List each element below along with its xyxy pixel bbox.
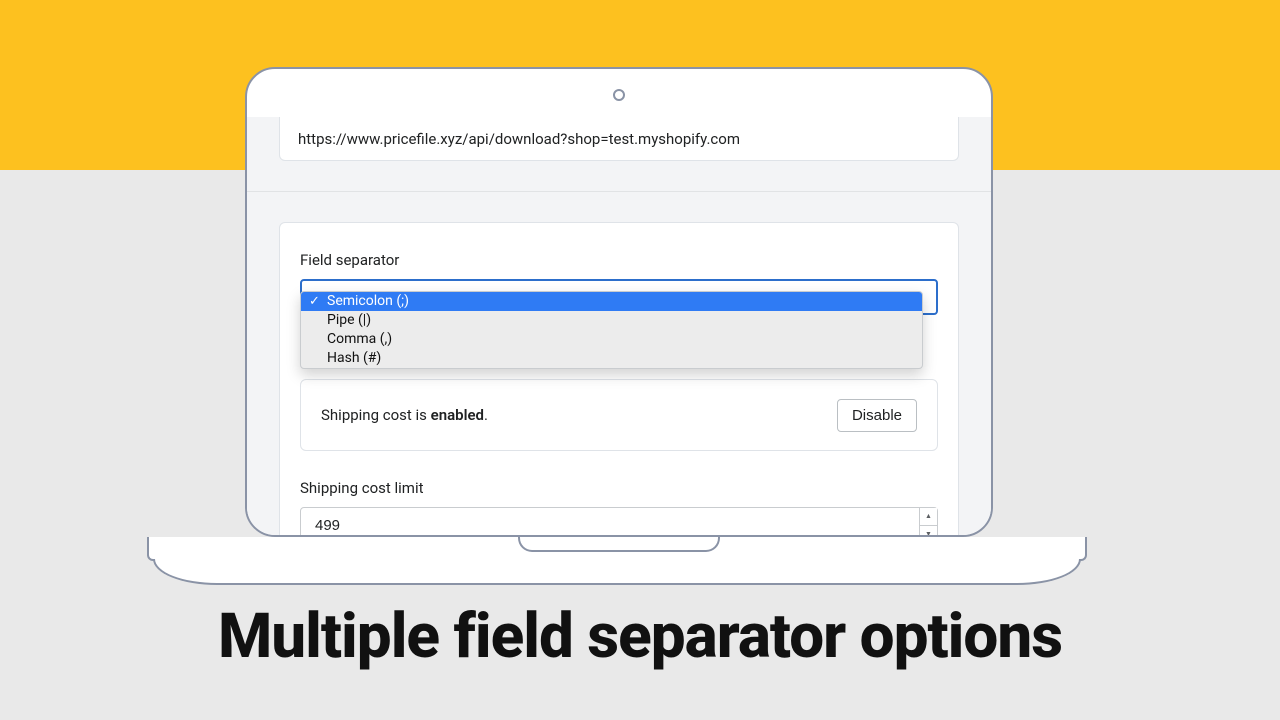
shipping-cost-state: enabled [431, 406, 484, 424]
download-url-field[interactable]: https://www.pricefile.xyz/api/download?s… [279, 117, 959, 161]
separator-option-pipe[interactable]: Pipe (|) [301, 311, 922, 330]
settings-panel: Field separator Semicolon (;) Pipe (|) C… [279, 222, 959, 537]
field-separator-label: Field separator [300, 251, 938, 269]
separator-option-semicolon[interactable]: Semicolon (;) [301, 292, 922, 311]
shipping-limit-block: Shipping cost limit ▲ ▼ [300, 479, 938, 537]
shipping-cost-status: Shipping cost is enabled. [321, 406, 488, 424]
download-url-value: https://www.pricefile.xyz/api/download?s… [298, 130, 740, 148]
separator-option-hash[interactable]: Hash (#) [301, 349, 922, 368]
field-separator-dropdown: Semicolon (;) Pipe (|) Comma (,) Hash (#… [300, 291, 923, 369]
separator-option-comma[interactable]: Comma (,) [301, 330, 922, 349]
shipping-limit-input[interactable] [300, 507, 938, 537]
camera-icon [613, 89, 625, 101]
stepper-down-icon[interactable]: ▼ [920, 526, 937, 538]
section-divider [247, 191, 991, 192]
laptop-frame: https://www.pricefile.xyz/api/download?s… [245, 67, 993, 537]
stepper-up-icon[interactable]: ▲ [920, 508, 937, 526]
app-screen: https://www.pricefile.xyz/api/download?s… [247, 117, 991, 535]
shipping-cost-prefix: Shipping cost is [321, 406, 431, 424]
laptop-notch [518, 537, 720, 552]
marketing-headline: Multiple field separator options [0, 600, 1280, 673]
shipping-cost-suffix: . [484, 406, 488, 424]
number-stepper: ▲ ▼ [919, 508, 937, 537]
laptop-foot [153, 559, 1081, 585]
disable-button[interactable]: Disable [837, 399, 917, 432]
shipping-limit-label: Shipping cost limit [300, 479, 938, 497]
shipping-cost-card: Shipping cost is enabled. Disable [300, 379, 938, 451]
